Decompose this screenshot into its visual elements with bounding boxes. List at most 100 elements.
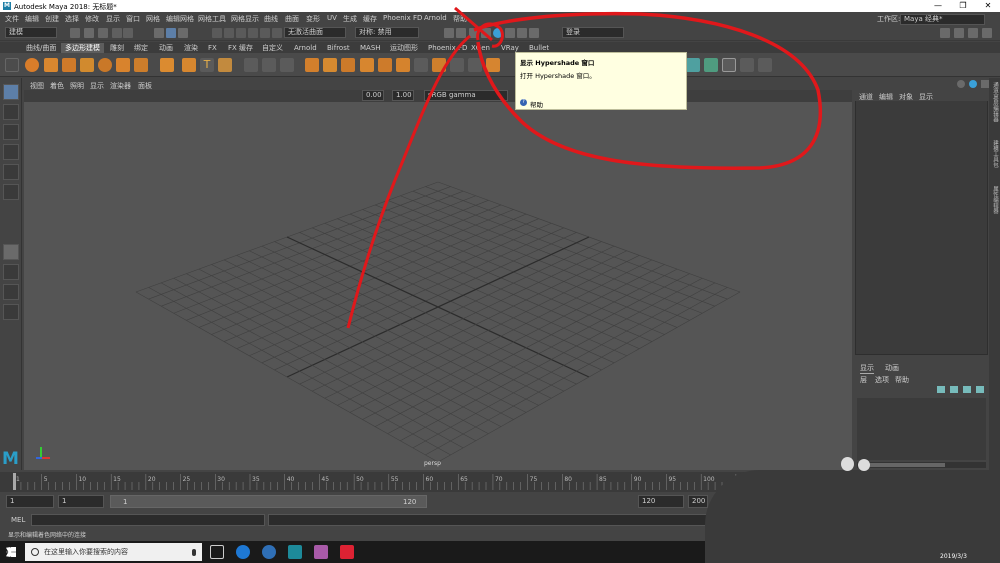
- channel-box-icon[interactable]: [982, 28, 992, 38]
- app-taskbar-icon[interactable]: [340, 545, 354, 559]
- shelf-tab-phoenix[interactable]: Phoenix FD: [424, 43, 471, 53]
- menu-windows[interactable]: 窗口: [126, 14, 140, 24]
- layer-move-up-icon[interactable]: [963, 386, 971, 393]
- layer-tab-display[interactable]: 显示: [860, 363, 874, 374]
- multi-cut-icon[interactable]: [432, 58, 446, 72]
- shelf-menu-icon[interactable]: [5, 58, 19, 72]
- paint-select-icon[interactable]: [3, 124, 19, 140]
- shelf-tab-arnold[interactable]: Arnold: [290, 43, 321, 53]
- smooth-icon[interactable]: [280, 58, 294, 72]
- shelf-tab-poly[interactable]: 多边形建模: [61, 43, 104, 53]
- shelf-tab-sculpt[interactable]: 雕刻: [106, 43, 128, 53]
- planar-map-icon[interactable]: [704, 58, 718, 72]
- menu-deform[interactable]: 变形: [306, 14, 320, 24]
- current-frame-marker[interactable]: [13, 473, 16, 490]
- layer-menu-help[interactable]: 帮助: [895, 375, 909, 385]
- snap-grid-icon[interactable]: [212, 28, 222, 38]
- end-time-field[interactable]: 120: [638, 495, 684, 508]
- gamma-field[interactable]: 1.00: [392, 90, 414, 101]
- shelf-tab-curves[interactable]: 曲线/曲面: [22, 43, 60, 53]
- menu-modify[interactable]: 修改: [85, 14, 99, 24]
- four-view-icon[interactable]: [3, 264, 19, 280]
- menu-generate[interactable]: 生成: [343, 14, 357, 24]
- extrude-icon[interactable]: [341, 58, 355, 72]
- layer-move-down-icon[interactable]: [976, 386, 984, 393]
- cut-uv-icon[interactable]: [758, 58, 772, 72]
- attribute-editor-icon[interactable]: [954, 28, 964, 38]
- pause-icon[interactable]: [529, 28, 539, 38]
- menu-edit[interactable]: 编辑: [25, 14, 39, 24]
- layer-menu-options[interactable]: 选项: [875, 375, 889, 385]
- layer-menu-layers[interactable]: 层: [860, 375, 867, 385]
- cb-menu-show[interactable]: 显示: [919, 92, 933, 102]
- unfold-icon[interactable]: [740, 58, 754, 72]
- menu-select[interactable]: 选择: [65, 14, 79, 24]
- render-view-icon[interactable]: [456, 28, 466, 38]
- single-view-icon[interactable]: [3, 244, 19, 260]
- shelf-tab-motion-graphics[interactable]: 运动图形: [386, 43, 422, 53]
- platonic-solid-icon[interactable]: [160, 58, 174, 72]
- arnold-render-icon[interactable]: [505, 28, 515, 38]
- workspace-select[interactable]: Maya 经典*: [900, 14, 985, 25]
- side-by-side-icon[interactable]: [3, 284, 19, 300]
- close-button[interactable]: ✕: [978, 1, 998, 10]
- shelf-tab-rigging[interactable]: 绑定: [130, 43, 152, 53]
- rotate-tool-icon[interactable]: [3, 164, 19, 180]
- menu-mesh-tools[interactable]: 网格工具: [198, 14, 226, 24]
- checker-icon[interactable]: [722, 58, 736, 72]
- mel-input[interactable]: [31, 514, 265, 526]
- menu-help[interactable]: 帮助: [453, 14, 467, 24]
- tool-settings-icon[interactable]: [968, 28, 978, 38]
- redo-icon[interactable]: [123, 28, 133, 38]
- photos-icon[interactable]: [314, 545, 328, 559]
- menu-set-select[interactable]: 建模: [5, 27, 57, 38]
- poly-torus-icon[interactable]: [98, 58, 112, 72]
- menu-edit-mesh[interactable]: 编辑网格: [166, 14, 194, 24]
- new-scene-icon[interactable]: [70, 28, 80, 38]
- snap-surface-icon[interactable]: [260, 28, 270, 38]
- layer-scrollbar[interactable]: [857, 462, 986, 468]
- select-component-icon[interactable]: [178, 28, 188, 38]
- poly-plane-icon[interactable]: [116, 58, 130, 72]
- connect-icon[interactable]: [468, 58, 482, 72]
- range-slider[interactable]: 1 120: [110, 495, 427, 508]
- undo-icon[interactable]: [112, 28, 122, 38]
- hypershade-icon[interactable]: [493, 28, 503, 38]
- cb-menu-channels[interactable]: 通道: [859, 92, 873, 102]
- bevel-icon[interactable]: [378, 58, 392, 72]
- select-tool-icon[interactable]: [3, 84, 19, 100]
- target-weld-icon[interactable]: [450, 58, 464, 72]
- menu-display[interactable]: 显示: [106, 14, 120, 24]
- layer-new-selected-icon[interactable]: [950, 386, 958, 393]
- mirror-icon[interactable]: [323, 58, 337, 72]
- cb-menu-edit[interactable]: 编辑: [879, 92, 893, 102]
- poke-icon[interactable]: [486, 58, 500, 72]
- combine-icon[interactable]: [244, 58, 258, 72]
- cb-menu-object[interactable]: 对象: [899, 92, 913, 102]
- layer-list[interactable]: [857, 398, 986, 460]
- menu-mesh[interactable]: 网格: [146, 14, 160, 24]
- snap-vertex-icon[interactable]: [272, 28, 282, 38]
- start-time-field[interactable]: 1: [6, 495, 54, 508]
- channel-box-icon-c[interactable]: [981, 80, 989, 88]
- lasso-tool-icon[interactable]: [3, 104, 19, 120]
- modeling-toolkit-icon[interactable]: [940, 28, 950, 38]
- poly-sphere-icon[interactable]: [25, 58, 39, 72]
- menu-uv[interactable]: UV: [327, 14, 337, 22]
- render-frame-icon[interactable]: [444, 28, 454, 38]
- perspective-viewport[interactable]: persp: [24, 102, 852, 470]
- tooltip-help-link[interactable]: 帮助: [530, 99, 543, 109]
- save-scene-icon[interactable]: [98, 28, 108, 38]
- exposure-field[interactable]: 0.00: [362, 90, 384, 101]
- render-settings-icon[interactable]: [481, 28, 491, 38]
- poly-cone-icon[interactable]: [80, 58, 94, 72]
- open-scene-icon[interactable]: [84, 28, 94, 38]
- side-tab-attribute-editor[interactable]: 属性编辑器: [990, 186, 999, 214]
- shelf-tab-fx[interactable]: FX: [204, 43, 221, 53]
- symmetry-select[interactable]: 对称: 禁用: [355, 27, 419, 38]
- move-tool-icon[interactable]: [3, 144, 19, 160]
- ipr-render-icon[interactable]: [469, 28, 479, 38]
- menu-curves[interactable]: 曲线: [264, 14, 278, 24]
- maya-taskbar-icon[interactable]: [288, 545, 302, 559]
- task-view-icon[interactable]: [210, 545, 224, 559]
